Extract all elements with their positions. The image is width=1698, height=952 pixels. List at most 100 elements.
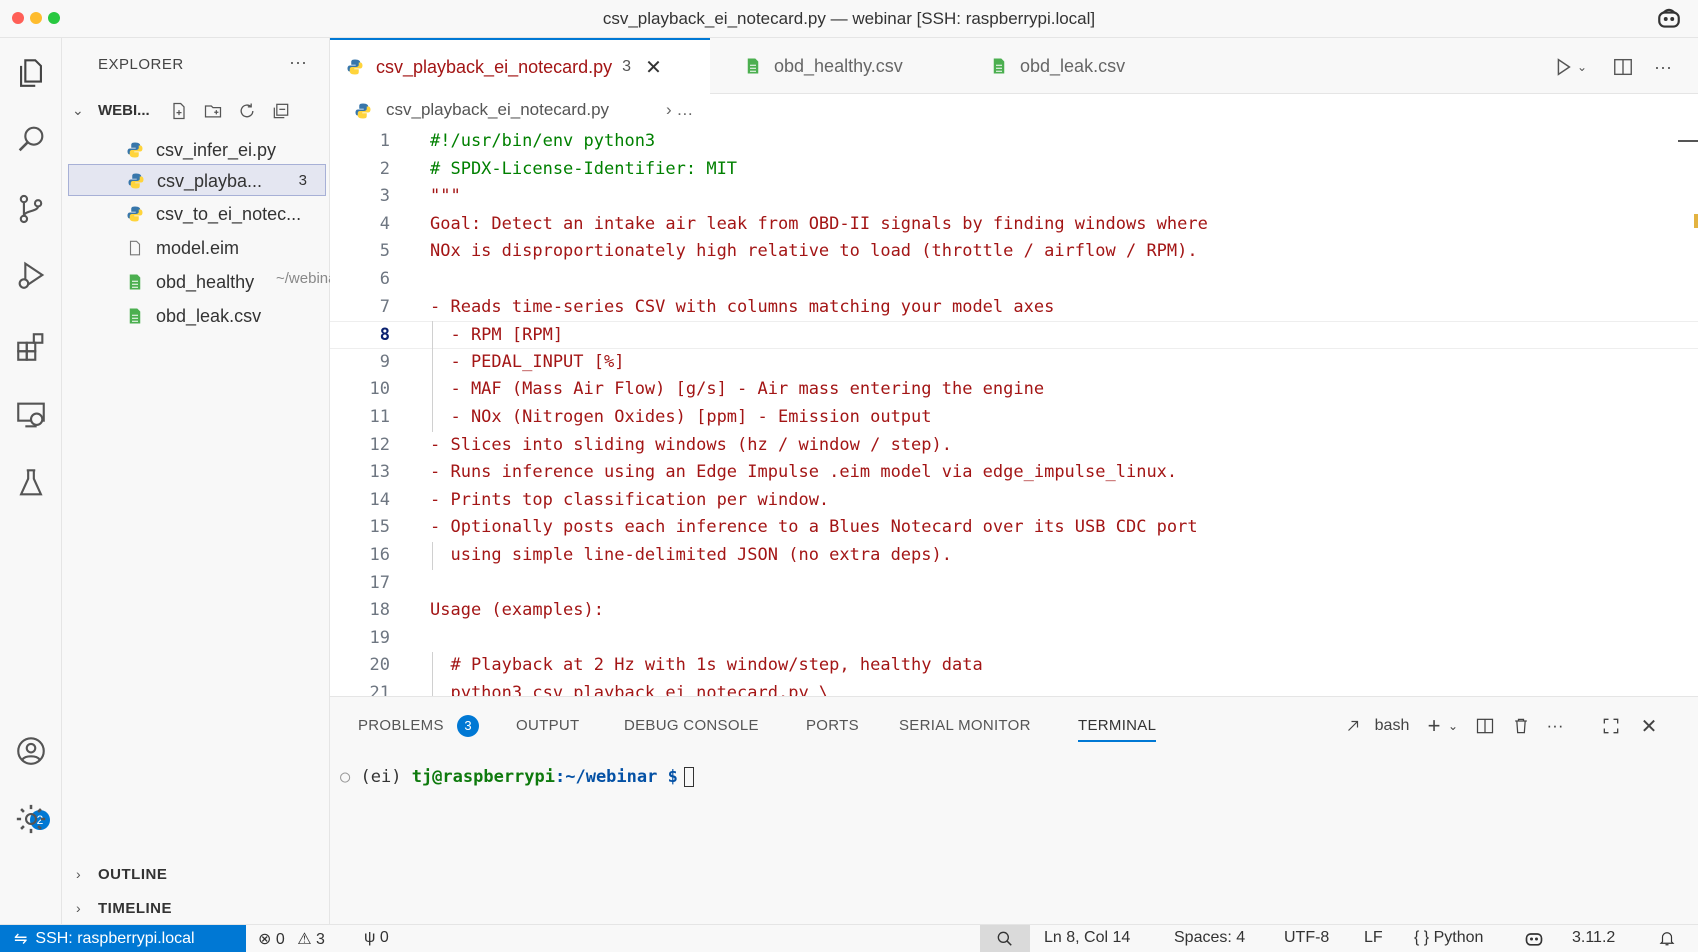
settings-gear-icon[interactable] — [12, 800, 50, 838]
tab-obd-leak[interactable]: obd_leak.csv — [974, 38, 1174, 94]
new-terminal-icon[interactable]: + — [1422, 713, 1446, 739]
code-line[interactable]: 12 - Slices into sliding windows (hz / wi… — [330, 432, 1698, 460]
code-line[interactable]: 5 NOx is disproportionately high relative… — [330, 238, 1698, 266]
code-line[interactable]: 19 — [330, 625, 1698, 653]
remote-explorer-icon[interactable] — [12, 396, 50, 434]
end-of-line[interactable]: LF — [1364, 929, 1383, 947]
ports-status[interactable]: ψ 0 — [364, 929, 389, 947]
search-icon[interactable] — [12, 120, 50, 158]
code-line[interactable]: 21 python3 csv_playback_ei_notecard.py \ — [330, 680, 1698, 696]
line-number: 20 — [369, 655, 390, 676]
file-item[interactable]: obd_leak.csv — [68, 300, 326, 332]
problem-count-badge: 3 — [298, 172, 307, 189]
indentation[interactable]: Spaces: 4 — [1174, 929, 1245, 947]
code-text: - RPM [RPM] — [430, 325, 564, 346]
refresh-icon[interactable] — [234, 98, 260, 124]
python-version[interactable]: 3.11.2 — [1572, 929, 1615, 947]
tab-debug-console[interactable]: DEBUG CONSOLE — [624, 717, 759, 734]
indent-guide — [432, 652, 433, 696]
file-item[interactable]: csv_infer_ei.py — [68, 134, 326, 166]
file-item-selected[interactable]: csv_playba... 3 — [68, 164, 326, 196]
code-line[interactable]: 1 #!/usr/bin/env python3 — [330, 128, 1698, 156]
run-debug-icon[interactable] — [12, 256, 50, 294]
remote-indicator[interactable]: ⇋ SSH: raspberrypi.local — [0, 925, 246, 952]
tab-serial-monitor[interactable]: SERIAL MONITOR — [899, 717, 1031, 734]
terminal-dropdown-chevron-icon[interactable]: ⌄ — [1446, 713, 1460, 739]
terminal-shell-name[interactable]: bash — [1370, 713, 1414, 739]
code-line[interactable]: 10 - MAF (Mass Air Flow) [g/s] - Air mas… — [330, 376, 1698, 404]
close-panel-icon[interactable]: ✕ — [1636, 713, 1662, 739]
python-file-icon — [126, 141, 144, 159]
extensions-icon[interactable] — [12, 328, 50, 366]
code-line[interactable]: 8 - RPM [RPM] — [330, 321, 1698, 349]
run-icon[interactable] — [1550, 54, 1576, 80]
code-line[interactable]: 13 - Runs inference using an Edge Impulse… — [330, 459, 1698, 487]
code-line[interactable]: 6 — [330, 266, 1698, 294]
title-bar: csv_playback_ei_notecard.py — webinar [S… — [0, 0, 1698, 38]
code-line[interactable]: 18 Usage (examples): — [330, 597, 1698, 625]
outline-section[interactable]: › OUTLINE — [62, 860, 330, 890]
problems-count-badge: 3 — [457, 715, 479, 737]
language-mode[interactable]: { } Python — [1414, 929, 1483, 947]
window-title: csv_playback_ei_notecard.py — webinar [S… — [602, 9, 1096, 28]
code-line[interactable]: 14 - Prints top classification per window… — [330, 487, 1698, 515]
code-line[interactable]: 7 - Reads time-series CSV with columns ma… — [330, 294, 1698, 322]
code-line[interactable]: 16 using simple line-delimited JSON (no … — [330, 542, 1698, 570]
terminal-path: :~/webinar — [555, 767, 658, 787]
breadcrumb-symbols[interactable]: › … — [666, 100, 693, 120]
collapse-all-icon[interactable] — [268, 98, 294, 124]
files-icon[interactable] — [12, 54, 50, 92]
zoom-search-icon[interactable] — [980, 925, 1030, 952]
source-control-icon[interactable] — [12, 190, 50, 228]
code-line[interactable]: 9 - PEDAL_INPUT [%] — [330, 349, 1698, 377]
more-actions-icon[interactable]: ··· — [1542, 713, 1568, 739]
tab-ports[interactable]: PORTS — [806, 717, 859, 734]
workspace-folder-row[interactable]: ⌄ WEBI... — [62, 96, 330, 126]
encoding[interactable]: UTF-8 — [1284, 929, 1329, 947]
code-text: # SPDX-License-Identifier: MIT — [430, 158, 738, 179]
close-icon[interactable]: ✕ — [645, 55, 662, 80]
code-line[interactable]: 11 - NOx (Nitrogen Oxides) [ppm] - Emiss… — [330, 404, 1698, 432]
python-file-icon — [127, 172, 145, 190]
code-line[interactable]: 15 - Optionally posts each inference to a… — [330, 514, 1698, 542]
line-number: 18 — [369, 600, 390, 621]
run-dropdown-chevron-icon[interactable]: ⌄ — [1574, 54, 1590, 80]
accounts-icon[interactable] — [12, 732, 50, 770]
tab-obd-healthy[interactable]: obd_healthy.csv — [728, 38, 948, 94]
file-item[interactable]: model.eim — [68, 232, 326, 264]
code-text: - Optionally posts each inference to a B… — [430, 517, 1198, 538]
tab-problems[interactable]: PROBLEMS — [358, 717, 444, 734]
tab-terminal[interactable]: TERMINAL — [1078, 717, 1157, 742]
new-folder-icon[interactable] — [200, 98, 226, 124]
tab-csv-playback[interactable]: csv_playback_ei_notecard.py 3 ✕ — [330, 38, 710, 94]
terminal-env: (ei) — [360, 767, 402, 787]
code-line[interactable]: 20 # Playback at 2 Hz with 1s window/ste… — [330, 652, 1698, 680]
warning-count: 3 — [316, 931, 325, 948]
line-number: 14 — [369, 489, 390, 510]
code-line[interactable]: 2 # SPDX-License-Identifier: MIT — [330, 156, 1698, 184]
line-number: 16 — [369, 545, 390, 565]
testing-icon[interactable] — [12, 464, 50, 502]
code-line[interactable]: 17 — [330, 570, 1698, 598]
split-terminal-icon[interactable] — [1472, 713, 1498, 739]
new-file-icon[interactable] — [166, 98, 192, 124]
problems-status[interactable]: ⊗ 0 ⚠ 3 — [258, 929, 325, 949]
more-actions-icon[interactable]: ··· — [1650, 54, 1676, 80]
copilot-icon[interactable] — [1656, 6, 1682, 32]
breadcrumb-file[interactable]: csv_playback_ei_notecard.py — [386, 100, 609, 120]
code-line[interactable]: 4 Goal: Detect an intake air leak from OB… — [330, 211, 1698, 239]
explorer-more-button[interactable]: ··· — [289, 52, 307, 73]
maximize-panel-icon[interactable] — [1598, 713, 1624, 739]
copilot-status-icon[interactable] — [1524, 929, 1544, 952]
code-editor[interactable]: 1 #!/usr/bin/env python3 2 # SPDX-License-I… — [330, 128, 1698, 696]
split-editor-icon[interactable] — [1610, 54, 1636, 80]
tab-output[interactable]: OUTPUT — [516, 717, 579, 734]
file-item[interactable]: csv_to_ei_notec... — [68, 198, 326, 230]
code-line[interactable]: 3 """ — [330, 183, 1698, 211]
kill-terminal-trash-icon[interactable] — [1508, 713, 1534, 739]
terminal-prompt-line[interactable]: ○ (ei) tj@raspberrypi:~/webinar $ — [340, 767, 694, 787]
notifications-bell-icon[interactable] — [1658, 929, 1676, 952]
timeline-section[interactable]: › TIMELINE — [62, 894, 330, 924]
cursor-position[interactable]: Ln 8, Col 14 — [1044, 929, 1130, 947]
ports-count: 0 — [379, 929, 389, 946]
